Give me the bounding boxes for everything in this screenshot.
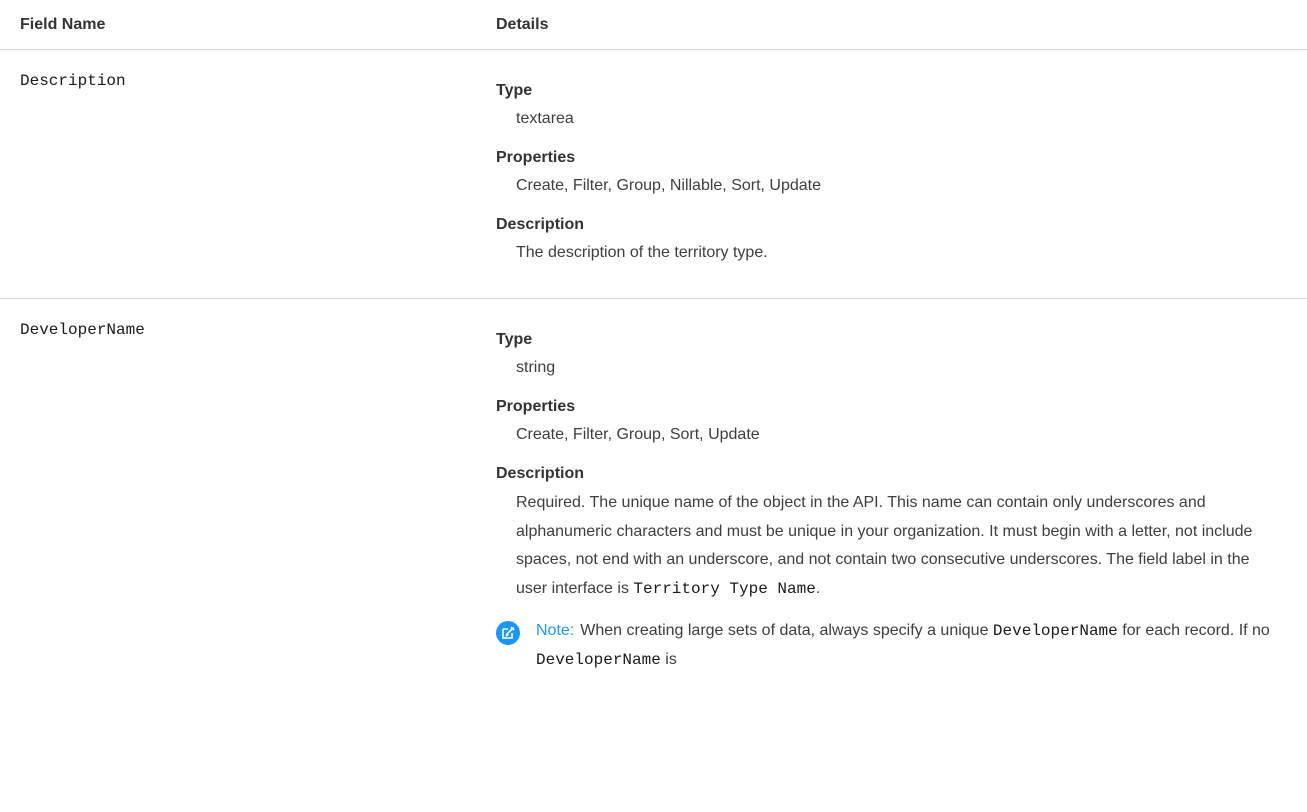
note-text: is [660, 650, 677, 668]
field-label-code: Territory Type Name [633, 579, 816, 598]
field-table: Field Name Details Description Type text… [0, 0, 1307, 812]
field-details: Type string Properties Create, Filter, G… [496, 329, 1276, 674]
note-callout: Note: When creating large sets of data, a… [496, 617, 1294, 674]
description-end: . [815, 579, 821, 597]
properties-label: Properties [496, 149, 576, 166]
field-details: Type textarea Properties Create, Filter,… [496, 80, 1276, 281]
properties-value: Create, Filter, Group, Nillable, Sort, U… [516, 177, 822, 194]
note-text: When creating large sets of data, always… [580, 622, 993, 639]
note-text: for each record. If no [1117, 622, 1270, 639]
field-name: Description [20, 72, 126, 90]
edit-note-icon [496, 621, 520, 645]
note-code: DeveloperName [536, 650, 661, 669]
type-value: string [516, 359, 556, 376]
table-row: DeveloperName Type string Properties Cre… [0, 299, 1307, 812]
description-label: Description [496, 465, 585, 482]
description-text: Required. The unique name of the object … [516, 494, 1253, 597]
properties-label: Properties [496, 398, 576, 415]
details-header: Details [496, 16, 549, 33]
note-code: DeveloperName [992, 622, 1118, 640]
description-label: Description [496, 216, 585, 233]
type-label: Type [496, 331, 533, 348]
field-name: DeveloperName [20, 321, 145, 339]
description-value: The description of the territory type. [516, 244, 768, 261]
properties-value: Create, Filter, Group, Sort, Update [516, 426, 760, 443]
type-label: Type [496, 82, 533, 99]
note-label: Note: [536, 622, 575, 639]
type-value: textarea [516, 110, 574, 127]
table-header: Field Name Details [0, 0, 1307, 50]
table-row: Description Type textarea Properties Cre… [0, 50, 1307, 299]
description-value: Required. The unique name of the object … [516, 489, 1274, 603]
field-name-header: Field Name [20, 16, 106, 33]
